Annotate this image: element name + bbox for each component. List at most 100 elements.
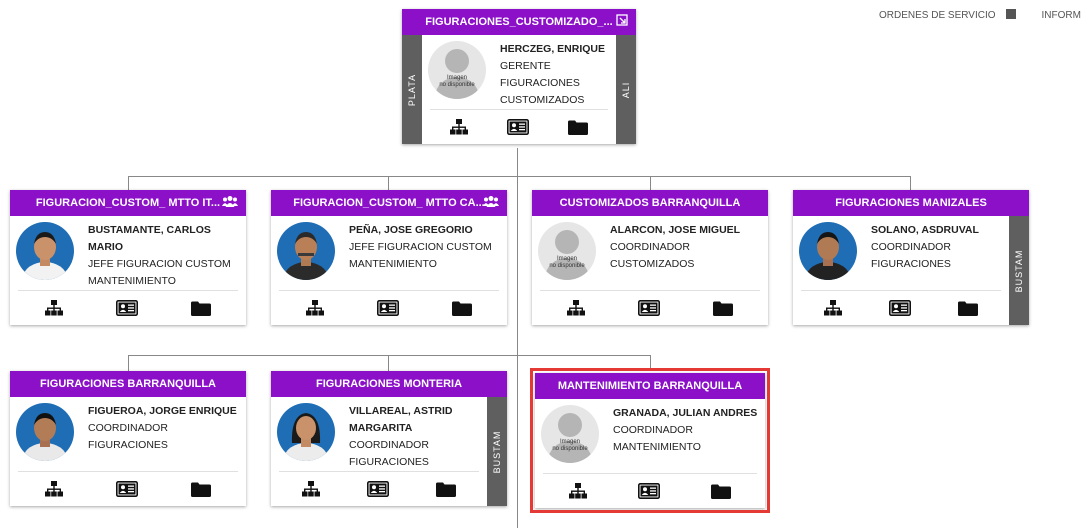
- org-card[interactable]: FIGURACIONES BARRANQUILLA FIGUEROA, JORG…: [10, 371, 246, 506]
- card-title-text: CUSTOMIZADOS BARRANQUILLA: [559, 197, 741, 209]
- person-dept: FIGURACIONES: [349, 456, 429, 468]
- top-navigation: ORDENES DE SERVICIO INFORM: [879, 9, 1081, 21]
- side-tab-left[interactable]: PLATA: [402, 35, 422, 144]
- card-title-text: FIGURACION_CUSTOM_ MTTO CA...: [293, 197, 485, 209]
- card-body: Imagen no disponible ALARCON, JOSE MIGUEL…: [532, 216, 768, 290]
- card-title-text: FIGURACIONES BARRANQUILLA: [40, 378, 216, 390]
- card-body: BUSTAMANTE, CARLOS MARIO JEFE FIGURACION…: [10, 216, 246, 290]
- person-name: HERCZEG, ENRIQUE: [500, 43, 606, 55]
- avatar-photo[interactable]: [277, 403, 335, 461]
- folder-icon[interactable]: [711, 484, 732, 499]
- expand-icon[interactable]: [616, 9, 628, 35]
- avatar-photo[interactable]: [16, 222, 74, 280]
- id-card-icon[interactable]: [637, 300, 660, 316]
- connector-line: [128, 176, 911, 177]
- card-body: PEÑA, JOSE GREGORIO JEFE FIGURACION CUST…: [271, 216, 507, 290]
- person-role: COORDINADOR: [610, 241, 690, 253]
- org-card[interactable]: FIGURACION_CUSTOM_ MTTO IT... BUSTAMANTE…: [10, 190, 246, 325]
- id-card-icon[interactable]: [366, 481, 389, 497]
- id-card-icon[interactable]: [506, 119, 529, 135]
- org-chart-icon[interactable]: [568, 483, 587, 499]
- side-tab-label: ALI: [621, 81, 631, 98]
- folder-icon[interactable]: [957, 301, 978, 316]
- nav-ordenes-servicio[interactable]: ORDENES DE SERVICIO: [879, 10, 996, 21]
- person-role: COORDINADOR: [88, 422, 168, 434]
- placeholder-text: no disponible: [439, 82, 475, 88]
- person-dept: MANTENIMIENTO: [349, 258, 437, 270]
- person-role: JEFE FIGURACION CUSTOM: [88, 258, 231, 270]
- id-card-icon[interactable]: [888, 300, 911, 316]
- person-name: SOLANO, ASDRUVAL: [871, 224, 979, 236]
- org-chart-icon[interactable]: [449, 119, 468, 135]
- org-card[interactable]: FIGURACIONES MONTERIA BUSTAM VILLAREAL, …: [271, 371, 507, 506]
- person-role: JEFE FIGURACION CUSTOM: [349, 241, 492, 253]
- card-title: FIGURACIONES_CUSTOMIZADO_...: [402, 9, 636, 35]
- avatar-photo[interactable]: [799, 222, 857, 280]
- card-actions: [801, 290, 1001, 325]
- id-card-icon[interactable]: [637, 483, 660, 499]
- card-body: Imagen no disponible HERCZEG, ENRIQUE GER…: [422, 35, 616, 109]
- card-actions: [279, 290, 499, 325]
- person-role: GERENTE: [500, 60, 551, 72]
- person-name: PEÑA, JOSE GREGORIO: [349, 224, 473, 236]
- dropdown-icon[interactable]: [1005, 9, 1016, 20]
- org-chart-icon[interactable]: [302, 481, 321, 497]
- org-chart-icon[interactable]: [824, 300, 843, 316]
- person-dept: MANTENIMIENTO: [88, 275, 176, 287]
- folder-icon[interactable]: [191, 482, 212, 497]
- person-role: COORDINADOR: [871, 241, 951, 253]
- card-title: MANTENIMIENTO BARRANQUILLA: [535, 373, 765, 399]
- card-title-text: FIGURACIONES MONTERIA: [315, 378, 463, 390]
- person-dept: FIGURACIONES CUSTOMIZADOS: [500, 77, 585, 106]
- card-actions: [18, 290, 238, 325]
- folder-icon[interactable]: [452, 301, 473, 316]
- folder-icon[interactable]: [568, 120, 589, 135]
- person-dept: CUSTOMIZADOS: [610, 258, 695, 270]
- placeholder-text: no disponible: [552, 446, 588, 452]
- person-name: ALARCON, JOSE MIGUEL: [610, 224, 741, 236]
- person-name: VILLAREAL, ASTRID MARGARITA: [349, 405, 453, 434]
- connector-line: [128, 176, 129, 190]
- avatar-placeholder[interactable]: Imagen no disponible: [428, 41, 486, 99]
- avatar-placeholder[interactable]: Imagen no disponible: [538, 222, 596, 280]
- id-card-icon[interactable]: [115, 481, 138, 497]
- connector-line: [128, 355, 129, 371]
- org-card-root[interactable]: FIGURACIONES_CUSTOMIZADO_... PLATA ALI I…: [402, 9, 636, 144]
- org-card[interactable]: FIGURACIONES MANIZALES BUSTAM SOLANO, AS…: [793, 190, 1029, 325]
- connector-line: [910, 176, 911, 190]
- avatar-placeholder[interactable]: Imagen no disponible: [541, 405, 599, 463]
- placeholder-text: Imagen: [446, 75, 467, 81]
- org-chart-icon[interactable]: [44, 481, 63, 497]
- card-title: FIGURACIONES MANIZALES: [793, 190, 1029, 216]
- nav-inform[interactable]: INFORM: [1042, 10, 1081, 21]
- person-name: FIGUEROA, JORGE ENRIQUE: [88, 405, 237, 417]
- avatar-photo[interactable]: [16, 403, 74, 461]
- org-card[interactable]: CUSTOMIZADOS BARRANQUILLA Imagen no dispo…: [532, 190, 768, 325]
- card-title: CUSTOMIZADOS BARRANQUILLA: [532, 190, 768, 216]
- folder-icon[interactable]: [435, 482, 456, 497]
- avatar-photo[interactable]: [277, 222, 335, 280]
- placeholder-text: no disponible: [549, 263, 585, 269]
- id-card-icon[interactable]: [115, 300, 138, 316]
- org-card[interactable]: FIGURACION_CUSTOM_ MTTO CA... PEÑA, JOSE…: [271, 190, 507, 325]
- person-role: COORDINADOR: [349, 439, 429, 451]
- id-card-icon[interactable]: [376, 300, 399, 316]
- person-role: COORDINADOR: [613, 424, 693, 436]
- connector-line: [388, 355, 389, 371]
- card-title: FIGURACION_CUSTOM_ MTTO IT...: [10, 190, 246, 216]
- group-icon[interactable]: [483, 190, 499, 216]
- org-card-selected[interactable]: MANTENIMIENTO BARRANQUILLA Imagen no disp…: [530, 368, 770, 513]
- org-chart-icon[interactable]: [566, 300, 585, 316]
- side-tab-right[interactable]: ALI: [616, 35, 636, 144]
- org-chart-icon[interactable]: [305, 300, 324, 316]
- person-dept: FIGURACIONES: [871, 258, 951, 270]
- card-body: Imagen no disponible GRANADA, JULIAN ANDR…: [535, 399, 765, 473]
- group-icon[interactable]: [222, 190, 238, 216]
- card-actions: [18, 471, 238, 506]
- folder-icon[interactable]: [191, 301, 212, 316]
- connector-line: [128, 355, 651, 356]
- folder-icon[interactable]: [713, 301, 734, 316]
- placeholder-text: Imagen: [559, 439, 580, 445]
- connector-line: [650, 355, 651, 371]
- org-chart-icon[interactable]: [44, 300, 63, 316]
